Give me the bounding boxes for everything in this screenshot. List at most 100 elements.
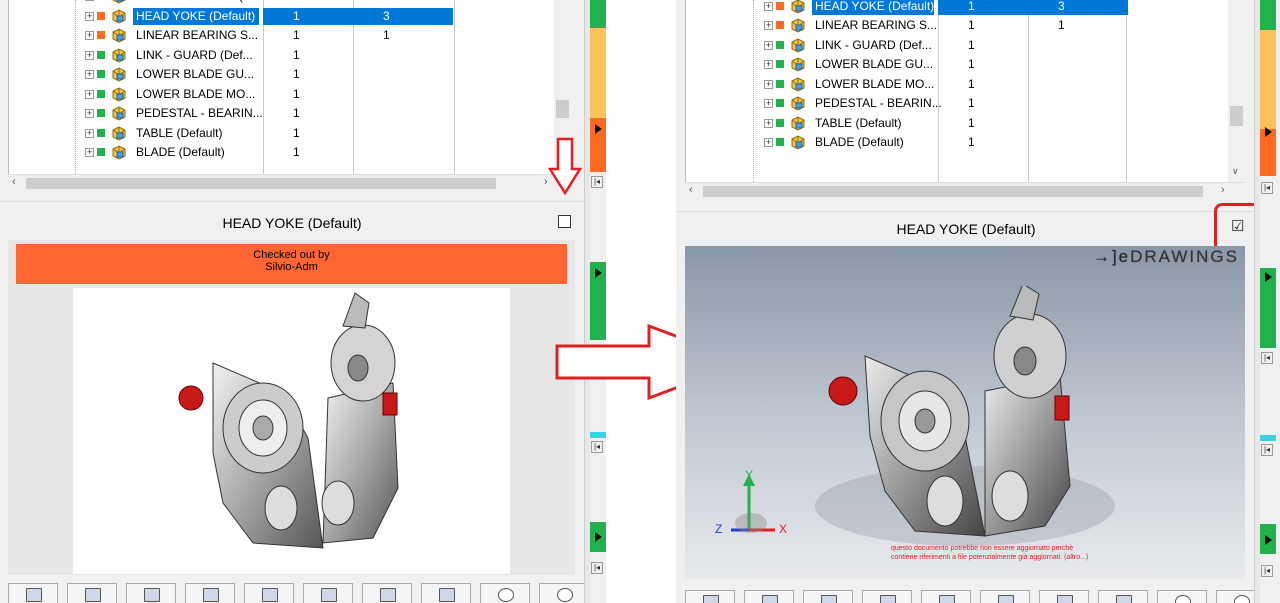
folder-add-button[interactable] [185,583,235,603]
document-icon [1116,595,1132,603]
tree-item-name[interactable]: LINK - GUARD (Def... [133,47,259,64]
tree-item-name[interactable]: LOWER BLADE GU... [812,56,934,73]
expand-toggle-icon[interactable]: + [764,21,773,30]
collapse-panel-button-3[interactable]: |◂ [591,441,603,453]
tree-row[interactable]: + LOWER BLADE GU... 1 [9,64,571,84]
expand-toggle-icon[interactable]: + [85,31,94,40]
expand-toggle-icon[interactable]: + [85,148,94,157]
tree-row[interactable]: + TABLE (Default) 1 [686,113,1231,133]
collapse-panel-button-after-2[interactable]: |◂ [1261,352,1273,364]
expand-toggle-icon[interactable]: + [764,99,773,108]
tree-row[interactable]: + LINK - GUARD (Def... 1 [9,45,571,65]
open-file-button[interactable] [8,583,58,603]
scroll-left-arrow-icon[interactable]: ‹ [12,176,16,188]
tree-item-name[interactable]: TABLE (Default) [133,125,259,142]
tree-row[interactable]: + LINEAR BEARING S... 1 1 [9,25,571,45]
tree-item-name[interactable]: HEAD ASSEMBLY (... [133,0,259,5]
refresh-button[interactable] [362,583,412,603]
tree-item-count: 1 [968,18,975,32]
tree-item-name[interactable]: LOWER BLADE MO... [133,86,259,103]
tree-item-name[interactable]: TABLE (Default) [812,115,934,132]
play-arrow-icon-after[interactable] [1265,127,1272,137]
tree-item-count: 1 [938,0,1028,15]
tree-row[interactable]: + HEAD YOKE (Default) 1 3 [9,6,571,26]
tree-item-name[interactable]: HEAD YOKE (Default) [812,0,934,15]
tree-row[interactable]: + TABLE (Default) 1 [9,123,571,143]
scroll-right-arrow-icon[interactable]: › [1221,184,1225,196]
tree-row[interactable]: + BLADE (Default) 1 [9,142,571,162]
folder-remove-button[interactable] [244,583,294,603]
play-arrow-icon-after-2[interactable] [1265,272,1272,282]
play-arrow-icon-2[interactable] [595,268,602,278]
tree-row[interactable]: + LINEAR BEARING S... 1 1 [686,15,1231,35]
preview-vertical-scrollbar[interactable] [575,240,584,575]
tree-row[interactable]: + LOWER BLADE MO... 1 [686,74,1231,94]
tree-row[interactable]: + LOWER BLADE MO... 1 [9,84,571,104]
refresh-button[interactable] [1039,590,1089,603]
expand-toggle-icon[interactable]: + [85,50,94,60]
tree-item-name[interactable]: PEDESTAL - BEARIN... [812,95,942,112]
folder-add-button[interactable] [862,590,912,603]
document-button[interactable] [421,583,471,603]
file-tree-before[interactable]: +HEAD ASSEMBLY (...11+HEAD YOKE (Default… [8,0,571,174]
tree-horizontal-scrollbar[interactable]: ‹ › [8,174,571,191]
expand-toggle-icon[interactable]: + [764,118,773,128]
collapse-panel-button-after[interactable]: |◂ [1261,182,1273,194]
file-tree-after[interactable]: +HEAD ASSEMBLY (...11+HEAD YOKE (Default… [685,0,1231,182]
tree-row[interactable]: + PEDESTAL - BEARIN... 1 [686,93,1231,113]
tree-item-count: 1 [293,145,300,159]
expand-toggle-icon[interactable]: + [764,40,773,50]
tree-row[interactable]: + BLADE (Default) 1 [686,132,1231,152]
tree-row[interactable]: + LINK - GUARD (Def... 1 [686,35,1231,55]
sort-button[interactable] [980,590,1030,603]
folder-remove-button[interactable] [921,590,971,603]
save-file-button[interactable] [67,583,117,603]
expand-toggle-icon[interactable]: + [764,79,773,89]
tree-row[interactable]: + HEAD YOKE (Default) 1 3 [686,0,1231,16]
expand-toggle-icon[interactable]: + [764,1,773,11]
expand-toggle-icon[interactable]: + [85,109,94,118]
tree-item-name[interactable]: LINEAR BEARING S... [133,27,259,44]
tree-item-name[interactable]: BLADE (Default) [812,134,934,151]
zoom-in-button[interactable] [1157,590,1207,603]
play-arrow-icon-after-3[interactable] [1265,535,1272,545]
tree-item-name[interactable]: PEDESTAL - BEARIN... [133,105,263,122]
tree-vertical-scrollbar-after[interactable]: ∨ [1228,0,1245,182]
play-arrow-icon[interactable] [595,124,602,134]
save-file-button[interactable] [744,590,794,603]
collapse-panel-button-after-4[interactable]: |◂ [1261,565,1273,577]
preview-toggle-checkbox[interactable] [558,215,571,228]
tree-horizontal-scrollbar-after[interactable]: ‹ › [685,182,1245,199]
checkout-text-line1: Checked out by [253,249,330,261]
zoom-out-button[interactable] [539,583,589,603]
tree-item-name[interactable]: BLADE (Default) [133,144,259,161]
collapse-panel-button[interactable]: |◂ [591,176,603,188]
zoom-in-button[interactable] [480,583,530,603]
tree-item-name[interactable]: LOWER BLADE GU... [133,66,259,83]
expand-toggle-icon[interactable]: + [764,138,773,147]
expand-toggle-icon[interactable]: + [85,128,94,138]
edrawings-preview[interactable]: →]eDRAWINGS Y X Z questo documento potre… [685,246,1245,579]
expand-toggle-icon[interactable]: + [85,0,94,1]
tree-row[interactable]: + PEDESTAL - BEARIN... 1 [9,103,571,123]
tree-item-name[interactable]: HEAD YOKE (Default) [133,7,259,25]
collapse-panel-button-4[interactable]: |◂ [591,562,603,574]
play-arrow-icon-3[interactable] [595,532,602,542]
scroll-down-arrow-icon[interactable]: ∨ [1232,166,1239,177]
expand-toggle-icon[interactable]: + [85,11,94,21]
outdated-warning[interactable]: questo documento potrebbe non essere agg… [891,544,1088,562]
tree-item-name[interactable]: LINK - GUARD (Def... [812,37,934,54]
tree-row[interactable]: + LOWER BLADE GU... 1 [686,54,1231,74]
expand-toggle-icon[interactable]: + [85,89,94,99]
scroll-left-arrow-icon[interactable]: ‹ [689,184,693,196]
print-button[interactable] [803,590,853,603]
document-button[interactable] [1098,590,1148,603]
collapse-panel-button-after-3[interactable]: |◂ [1261,444,1273,456]
tree-item-name[interactable]: LINEAR BEARING S... [812,17,937,34]
expand-toggle-icon[interactable]: + [764,60,773,69]
sort-button[interactable] [303,583,353,603]
tree-item-name[interactable]: LOWER BLADE MO... [812,76,934,93]
expand-toggle-icon[interactable]: + [85,70,94,79]
open-file-button[interactable] [685,590,735,603]
print-button[interactable] [126,583,176,603]
